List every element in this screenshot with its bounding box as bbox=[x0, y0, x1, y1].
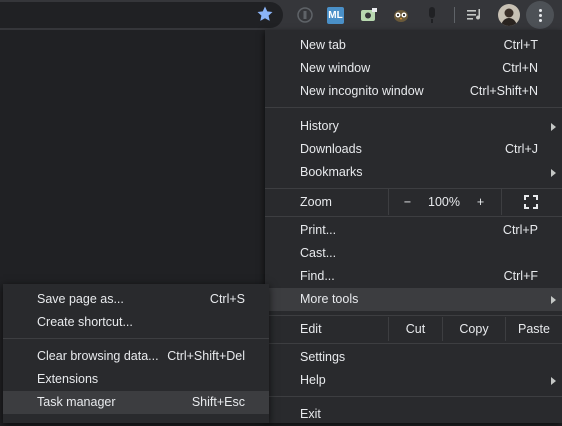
menu-item-label: Find... bbox=[300, 269, 335, 283]
menu-item-shortcut: Ctrl+T bbox=[503, 38, 538, 52]
menu-separator bbox=[265, 315, 562, 316]
profile-avatar[interactable] bbox=[498, 4, 520, 26]
menu-item-label: Cast... bbox=[300, 246, 337, 260]
menu-item-label: Save page as... bbox=[37, 292, 124, 306]
menu-item-shortcut: Ctrl+J bbox=[505, 142, 538, 156]
ml-extension-icon[interactable]: ML bbox=[327, 7, 344, 24]
menu-item-history[interactable]: History bbox=[265, 115, 562, 138]
submenu-arrow-icon bbox=[551, 169, 556, 177]
menu-item-new-incognito-window[interactable]: New incognito window Ctrl+Shift+N bbox=[265, 80, 562, 103]
submenu-item-extensions[interactable]: Extensions bbox=[3, 368, 269, 391]
edit-label: Edit bbox=[300, 322, 322, 336]
menu-separator bbox=[265, 216, 562, 217]
menu-item-label: Clear browsing data... bbox=[37, 349, 159, 363]
menu-item-shortcut: Ctrl+Shift+N bbox=[469, 84, 538, 98]
zoom-divider bbox=[388, 189, 389, 215]
zoom-row: Zoom − 100% + bbox=[265, 189, 562, 215]
menu-item-label: Task manager bbox=[37, 395, 116, 409]
menu-item-shortcut: Ctrl+F bbox=[503, 269, 538, 283]
submenu-item-clear-browsing-data[interactable]: Clear browsing data... Ctrl+Shift+Del bbox=[3, 345, 269, 368]
submenu-arrow-icon bbox=[551, 377, 556, 385]
edit-row: Edit Cut Copy Paste bbox=[265, 317, 562, 341]
menu-separator bbox=[3, 338, 269, 339]
zoom-label: Zoom bbox=[300, 195, 332, 209]
zoom-level: 100% bbox=[428, 195, 460, 209]
chrome-main-menu: New tab Ctrl+T New window Ctrl+N New inc… bbox=[265, 30, 562, 423]
submenu-arrow-icon bbox=[551, 296, 556, 304]
browser-toolbar: ML bbox=[0, 0, 562, 30]
address-bar[interactable] bbox=[0, 2, 283, 28]
submenu-arrow-icon bbox=[551, 123, 556, 131]
menu-item-label: New incognito window bbox=[300, 84, 424, 98]
menu-item-label: New tab bbox=[300, 38, 346, 52]
menu-item-label: History bbox=[300, 119, 339, 133]
menu-item-shortcut: Shift+Esc bbox=[191, 395, 245, 409]
menu-item-help[interactable]: Help bbox=[265, 369, 562, 392]
fullscreen-icon[interactable] bbox=[524, 195, 538, 209]
menu-item-label: More tools bbox=[300, 292, 359, 306]
submenu-item-save-page[interactable]: Save page as... Ctrl+S bbox=[3, 288, 269, 311]
menu-item-find[interactable]: Find... Ctrl+F bbox=[265, 265, 562, 288]
toolbar-divider bbox=[454, 7, 455, 23]
menu-item-shortcut: Ctrl+Shift+Del bbox=[167, 349, 245, 363]
cut-button[interactable]: Cut bbox=[389, 317, 442, 341]
menu-item-cast[interactable]: Cast... bbox=[265, 242, 562, 265]
paste-button[interactable]: Paste bbox=[506, 317, 562, 341]
menu-item-label: Create shortcut... bbox=[37, 315, 133, 329]
menu-item-label: Bookmarks bbox=[300, 165, 363, 179]
submenu-item-create-shortcut[interactable]: Create shortcut... bbox=[3, 311, 269, 334]
copy-button[interactable]: Copy bbox=[443, 317, 505, 341]
menu-item-new-tab[interactable]: New tab Ctrl+T bbox=[265, 34, 562, 57]
menu-item-label: Print... bbox=[300, 223, 337, 237]
media-queue-icon[interactable] bbox=[465, 5, 485, 25]
menu-item-label: Downloads bbox=[300, 142, 362, 156]
mic-extension-icon[interactable] bbox=[422, 5, 442, 25]
shield-extension-icon[interactable] bbox=[295, 5, 315, 25]
menu-item-shortcut: Ctrl+N bbox=[502, 61, 538, 75]
screenshot-extension-icon[interactable] bbox=[359, 5, 379, 25]
zoom-in-button[interactable]: + bbox=[468, 189, 493, 215]
menu-item-more-tools[interactable]: More tools bbox=[265, 288, 562, 311]
menu-separator bbox=[265, 107, 562, 108]
menu-item-label: New window bbox=[300, 61, 371, 75]
menu-item-settings[interactable]: Settings bbox=[265, 346, 562, 369]
chrome-menu-button[interactable] bbox=[526, 1, 554, 29]
zoom-out-button[interactable]: − bbox=[395, 189, 420, 215]
menu-item-bookmarks[interactable]: Bookmarks bbox=[265, 161, 562, 184]
chrome-menu-dots-icon bbox=[539, 9, 542, 24]
more-tools-submenu: Save page as... Ctrl+S Create shortcut..… bbox=[3, 284, 269, 423]
menu-separator bbox=[265, 343, 562, 344]
menu-item-shortcut: Ctrl+S bbox=[209, 292, 245, 306]
bookmark-star-icon[interactable] bbox=[256, 5, 274, 23]
menu-item-label: Extensions bbox=[37, 372, 99, 386]
menu-item-downloads[interactable]: Downloads Ctrl+J bbox=[265, 138, 562, 161]
menu-item-label: Help bbox=[300, 373, 326, 387]
menu-item-shortcut: Ctrl+P bbox=[502, 223, 538, 237]
menu-item-new-window[interactable]: New window Ctrl+N bbox=[265, 57, 562, 80]
submenu-item-task-manager[interactable]: Task manager Shift+Esc bbox=[3, 391, 269, 414]
zoom-divider bbox=[501, 189, 502, 215]
owl-extension-icon[interactable] bbox=[391, 5, 411, 25]
menu-item-print[interactable]: Print... Ctrl+P bbox=[265, 219, 562, 242]
menu-item-label: Settings bbox=[300, 350, 346, 364]
menu-separator bbox=[265, 396, 562, 397]
